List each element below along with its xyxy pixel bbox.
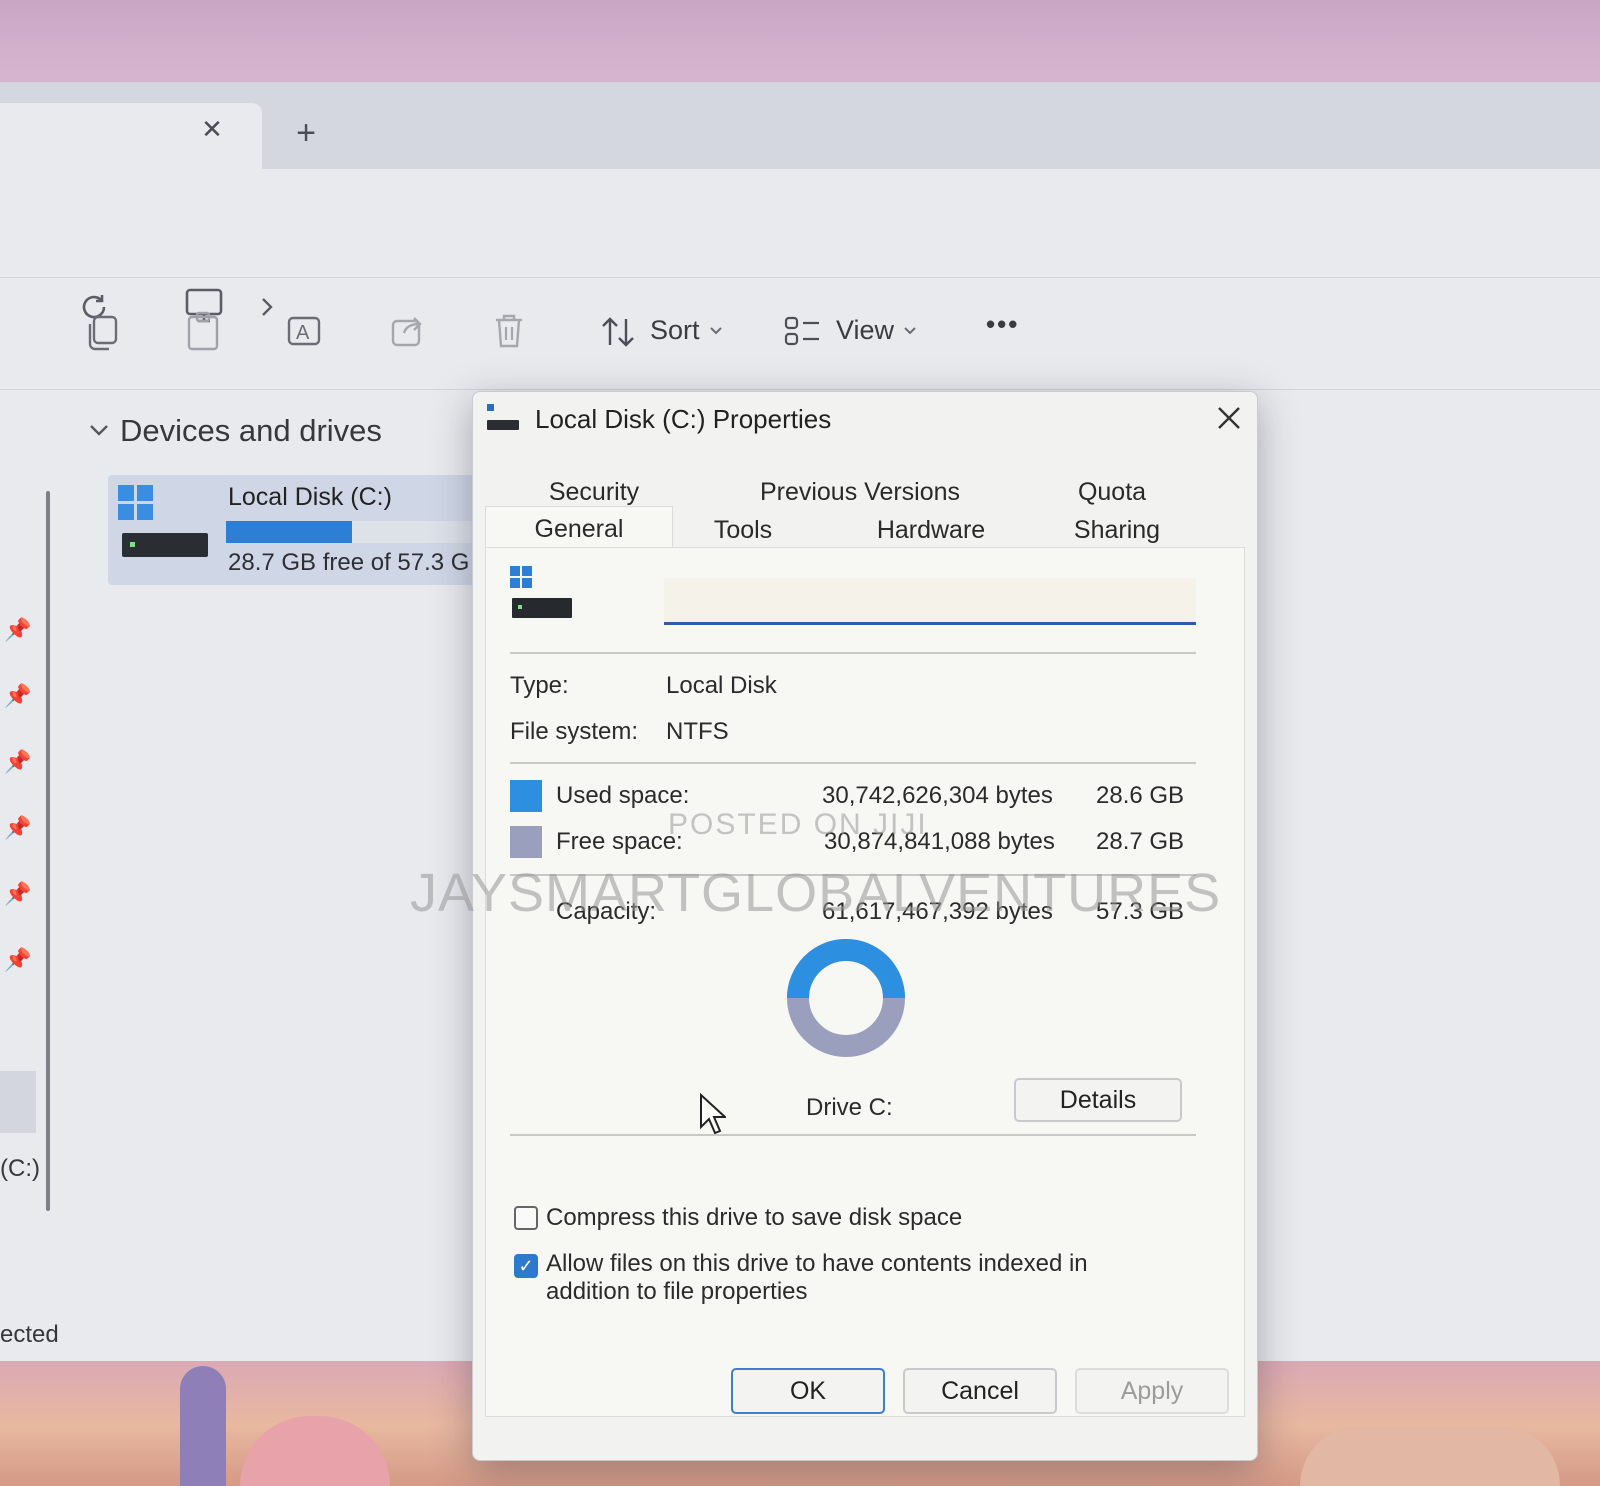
wallpaper-plant <box>1300 1426 1560 1486</box>
type-label: Type: <box>510 672 569 699</box>
type-value: Local Disk <box>666 672 777 699</box>
drive-free-text: 28.7 GB free of 57.3 G <box>228 549 470 576</box>
details-button[interactable]: Details <box>1014 1078 1182 1122</box>
dialog-title: Local Disk (C:) Properties <box>535 404 832 434</box>
compress-label[interactable]: Compress this drive to save disk space <box>546 1204 962 1232</box>
nav-item-selected[interactable] <box>0 1071 36 1133</box>
navigation-pane: 📌 📌 📌 📌 📌 📌 (C:) <box>0 391 58 1291</box>
view-chevron-down-icon[interactable] <box>902 325 918 337</box>
cancel-button[interactable]: Cancel <box>903 1368 1057 1414</box>
sort-icon[interactable] <box>600 315 636 349</box>
apply-button[interactable]: Apply <box>1075 1368 1229 1414</box>
properties-dialog: Local Disk (C:) Properties Security Prev… <box>472 391 1258 1461</box>
rename-icon[interactable]: A <box>286 312 324 350</box>
general-tab-panel: Type: Local Disk File system: NTFS Used … <box>485 547 1245 1417</box>
close-icon[interactable] <box>1215 404 1243 432</box>
index-checkbox[interactable]: ✓ <box>514 1254 538 1278</box>
delete-icon[interactable] <box>492 312 526 350</box>
drive-name: Local Disk (C:) <box>228 483 392 511</box>
used-space-gb: 28.6 GB <box>1096 782 1185 809</box>
nav-item-local-disk[interactable]: (C:) <box>0 1155 40 1183</box>
address-bar <box>0 169 1600 323</box>
drive-large-icon <box>510 566 572 618</box>
group-header-devices: Devices and drives <box>120 413 382 448</box>
compress-checkbox[interactable] <box>514 1206 538 1230</box>
mouse-cursor-icon <box>700 1092 726 1135</box>
divider <box>510 1134 1196 1136</box>
drive-tile-local-disk[interactable]: Local Disk (C:) 28.7 GB free of 57.3 G <box>108 475 478 585</box>
more-options-icon[interactable]: ••• <box>986 309 1019 340</box>
wallpaper-plant <box>240 1416 390 1486</box>
command-bar: A Sort View ••• <box>0 279 1600 390</box>
status-bar-text: ected <box>0 1321 59 1348</box>
divider <box>510 652 1196 654</box>
paste-icon[interactable] <box>186 311 220 351</box>
free-space-label: Free space: <box>556 828 683 855</box>
pin-icon: 📌 <box>4 683 32 708</box>
free-space-swatch <box>510 826 542 858</box>
drive-usage-bar-fill <box>226 521 352 543</box>
watermark-text: JAYSMARTGLOBALVENTURES <box>410 863 1222 923</box>
tab-bar: ✕ + <box>0 83 1600 169</box>
svg-text:A: A <box>296 322 310 344</box>
view-button-label[interactable]: View <box>836 315 894 346</box>
tab-hardware[interactable]: Hardware <box>869 516 993 545</box>
drive-usage-bar <box>226 521 478 543</box>
file-system-label: File system: <box>510 718 639 745</box>
drive-icon <box>118 485 208 557</box>
pin-icon: 📌 <box>4 815 32 840</box>
sort-button-label[interactable]: Sort <box>650 315 700 346</box>
used-space-swatch <box>510 780 542 812</box>
watermark-text: POSTED ON JIJI <box>668 808 928 841</box>
index-label[interactable]: Allow files on this drive to have conten… <box>546 1250 1166 1306</box>
pin-icon: 📌 <box>4 749 32 774</box>
volume-label-input[interactable] <box>664 578 1196 625</box>
close-tab-icon[interactable]: ✕ <box>196 113 228 145</box>
divider <box>510 762 1196 764</box>
file-system-value: NTFS <box>666 718 729 745</box>
pin-icon: 📌 <box>4 617 32 642</box>
chevron-down-icon[interactable] <box>88 423 110 439</box>
tab-general[interactable]: General <box>486 507 672 544</box>
tab-sharing[interactable]: Sharing <box>1065 516 1169 545</box>
drive-title-icon <box>487 404 519 430</box>
tab-security[interactable]: Security <box>535 478 653 507</box>
wallpaper-plant <box>180 1366 226 1486</box>
tab-general-container[interactable]: General <box>485 506 673 551</box>
nav-pane-scrollbar[interactable] <box>46 491 50 1211</box>
used-space-bytes: 30,742,626,304 bytes <box>822 782 1053 809</box>
free-space-gb: 28.7 GB <box>1096 828 1185 855</box>
new-tab-icon[interactable]: + <box>288 114 324 152</box>
view-icon[interactable] <box>784 315 822 347</box>
tab-tools[interactable]: Tools <box>701 516 785 545</box>
ok-button[interactable]: OK <box>731 1368 885 1414</box>
sort-chevron-down-icon[interactable] <box>708 325 724 337</box>
share-icon[interactable] <box>390 313 426 349</box>
used-space-label: Used space: <box>556 782 690 809</box>
drive-caption: Drive C: <box>806 1094 893 1121</box>
pin-icon: 📌 <box>4 947 32 972</box>
pin-icon: 📌 <box>4 881 32 906</box>
tab-quota[interactable]: Quota <box>1067 478 1157 507</box>
copy-icon[interactable] <box>84 314 120 352</box>
tab-previous-versions[interactable]: Previous Versions <box>757 478 963 507</box>
drive-usage-donut <box>787 939 905 1057</box>
